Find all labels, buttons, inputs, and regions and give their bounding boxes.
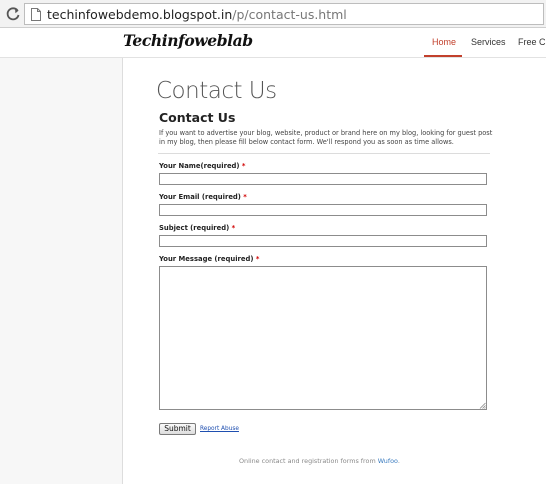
- page-title: Contact Us: [156, 78, 277, 104]
- message-label: Your Message (required) *: [159, 255, 259, 263]
- left-gutter: [0, 58, 123, 484]
- footer-suffix: .: [397, 457, 400, 465]
- name-label: Your Name(required) *: [159, 162, 245, 170]
- required-marker: *: [241, 162, 246, 170]
- submit-button[interactable]: Submit: [159, 423, 196, 435]
- browser-address-bar: techinfowebdemo.blogspot.in/p/contact-us…: [0, 0, 546, 28]
- form-title: Contact Us: [159, 110, 236, 125]
- resize-grip-icon[interactable]: [479, 402, 486, 409]
- required-marker: *: [255, 255, 260, 263]
- description-divider: [158, 153, 490, 154]
- page-icon: [31, 8, 41, 21]
- form-description: If you want to advertise your blog, webs…: [159, 129, 493, 146]
- subject-label-text: Subject (required): [159, 224, 230, 232]
- name-label-text: Your Name(required): [159, 162, 240, 170]
- email-label-text: Your Email (required): [159, 193, 241, 201]
- nav-item-services[interactable]: Services: [471, 37, 506, 47]
- url-text: techinfowebdemo.blogspot.in/p/contact-us…: [47, 6, 347, 23]
- email-input[interactable]: [159, 204, 487, 216]
- site-header: Techinfoweblab Home Services Free C: [0, 29, 546, 58]
- url-host: techinfowebdemo.blogspot.in: [47, 7, 233, 22]
- site-logo[interactable]: Techinfoweblab: [123, 31, 253, 50]
- footer-text: Online contact and registration forms fr…: [239, 457, 378, 465]
- subject-input[interactable]: [159, 235, 487, 247]
- name-input[interactable]: [159, 173, 487, 185]
- message-label-text: Your Message (required): [159, 255, 254, 263]
- url-path: /p/contact-us.html: [232, 7, 347, 22]
- required-marker: *: [243, 193, 247, 201]
- nav-item-home[interactable]: Home: [432, 37, 456, 47]
- footer-credit: Online contact and registration forms fr…: [239, 457, 400, 465]
- report-abuse-link[interactable]: Report Abuse: [200, 426, 239, 432]
- subject-label: Subject (required) *: [159, 224, 235, 232]
- nav-active-indicator: [424, 55, 462, 57]
- wufoo-link[interactable]: Wufoo: [378, 457, 398, 465]
- required-marker: *: [231, 224, 236, 232]
- message-textarea[interactable]: [159, 266, 487, 410]
- email-label: Your Email (required) *: [159, 193, 247, 201]
- reload-icon[interactable]: [5, 6, 21, 22]
- url-field[interactable]: techinfowebdemo.blogspot.in/p/contact-us…: [24, 3, 544, 25]
- nav-item-free[interactable]: Free C: [518, 37, 546, 47]
